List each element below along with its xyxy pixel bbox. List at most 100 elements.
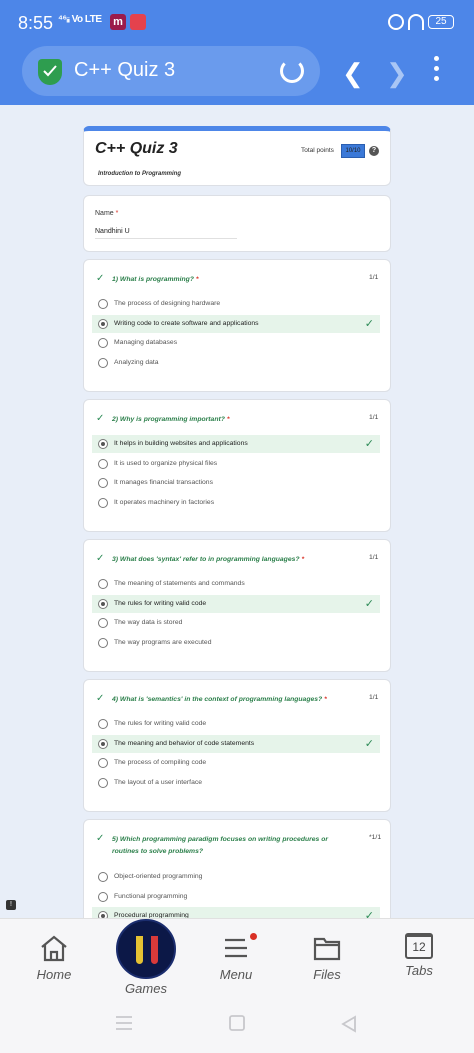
question-card: ✓ 2) Why is programming important? * 1/1 It…: [83, 399, 391, 532]
radio-button[interactable]: [98, 478, 108, 488]
nav-menu-label: Menu: [219, 967, 253, 982]
radio-button[interactable]: [98, 357, 108, 368]
option-label: The layout of a user interface: [114, 778, 203, 786]
correct-check-icon: ✓: [96, 693, 105, 704]
status-time: 8:55: [18, 13, 54, 33]
nav-games-label[interactable]: Games: [116, 981, 176, 996]
correct-answer-icon: ✓: [364, 438, 374, 450]
answer-option[interactable]: Object-oriented programming: [92, 868, 380, 886]
question-points: *1/1: [369, 834, 382, 841]
answer-option[interactable]: The process of compiling code: [92, 754, 380, 772]
notification-dot: [250, 933, 257, 940]
answer-option[interactable]: It is used to organize physical files: [92, 455, 380, 473]
total-points-label: Total points: [301, 147, 334, 154]
question-points: 1/1: [369, 694, 379, 701]
question-card: ✓ 1) What is programming? * 1/1 The process…: [83, 259, 391, 392]
answer-option[interactable]: The way data is stored: [92, 614, 380, 632]
name-label: Name *: [95, 210, 119, 217]
radio-button[interactable]: [98, 911, 108, 918]
correct-answer-icon: ✓: [364, 317, 374, 330]
system-home-icon[interactable]: [228, 1015, 246, 1038]
radio-button[interactable]: [98, 891, 108, 902]
answer-option[interactable]: The rules for writing valid code: [92, 715, 380, 733]
question-text: 2) Why is programming important? *: [112, 416, 230, 423]
answer-option[interactable]: It operates machinery in factories: [92, 494, 380, 512]
form-subtitle: Introduction to Programming: [98, 171, 181, 177]
answer-option[interactable]: It helps in building websites and applic…: [92, 435, 380, 453]
radio-button[interactable]: [98, 338, 108, 348]
nav-files[interactable]: Files: [292, 933, 362, 982]
option-label: The process of designing hardware: [114, 300, 221, 307]
system-back-icon[interactable]: [340, 1015, 358, 1038]
correct-check-icon: ✓: [96, 833, 105, 844]
radio-button[interactable]: [98, 872, 108, 882]
answer-option[interactable]: Writing code to create software and appl…: [92, 314, 380, 333]
reload-icon[interactable]: [280, 59, 304, 83]
headset-icon: [408, 14, 424, 30]
question-card: ✓ 5) Which programming paradigm focuses o…: [83, 819, 391, 918]
status-bar: 8:55 ⁴⁶ᵢᵢᵢ Vo LTE m 25: [0, 0, 474, 44]
nav-tabs-label: Tabs: [405, 963, 433, 978]
more-menu-icon[interactable]: [430, 56, 442, 84]
option-label: Writing code to create software and appl…: [114, 319, 259, 327]
option-label: It helps in building websites and applic…: [114, 440, 248, 447]
report-icon[interactable]: !: [6, 900, 16, 910]
answer-option[interactable]: Functional programming: [92, 888, 380, 906]
answer-option[interactable]: The meaning and behavior of code stateme…: [92, 734, 380, 753]
radio-button[interactable]: [98, 598, 108, 609]
score-badge: 10/10: [341, 144, 365, 158]
question-text: 5) Which programming paradigm focuses on…: [112, 836, 329, 855]
answer-option[interactable]: Analyzing data: [92, 354, 380, 372]
nav-menu[interactable]: Menu: [201, 933, 271, 982]
option-label: It operates machinery in factories: [114, 498, 215, 506]
answer-option[interactable]: The way programs are executed: [92, 634, 380, 652]
radio-button[interactable]: [98, 299, 108, 309]
secure-shield-icon: [38, 59, 62, 85]
option-label: The meaning and behavior of code stateme…: [114, 739, 255, 747]
address-bar[interactable]: C++ Quiz 3: [22, 46, 320, 96]
correct-answer-icon: ✓: [364, 737, 374, 750]
radio-button[interactable]: [98, 618, 108, 628]
answer-option[interactable]: The layout of a user interface: [92, 774, 380, 792]
radio-button[interactable]: [98, 497, 108, 508]
help-icon[interactable]: ?: [369, 146, 379, 156]
name-field[interactable]: Nandhini U: [95, 228, 237, 239]
battery-indicator: 25: [428, 15, 454, 29]
answer-option[interactable]: Procedural programming ✓: [92, 907, 380, 918]
system-recents-icon[interactable]: [114, 1015, 134, 1036]
notification-app2-icon: [130, 14, 146, 30]
back-icon[interactable]: ❮: [342, 58, 364, 89]
radio-button[interactable]: [98, 719, 108, 729]
answer-option[interactable]: The rules for writing valid code ✓: [92, 594, 380, 613]
radio-button[interactable]: [98, 439, 108, 449]
nav-home[interactable]: Home: [19, 933, 89, 982]
nav-tabs[interactable]: 12 Tabs: [384, 933, 454, 978]
answer-option[interactable]: Managing databases: [92, 334, 380, 352]
option-label: Managing databases: [114, 339, 178, 346]
radio-button[interactable]: [98, 579, 108, 589]
option-label: The way data is stored: [114, 619, 183, 626]
answer-option[interactable]: It manages financial transactions: [92, 474, 380, 492]
question-points: 1/1: [369, 554, 379, 561]
top-bar: 8:55 ⁴⁶ᵢᵢᵢ Vo LTE m 25 C++ Quiz 3 ❮ ❯: [0, 0, 474, 105]
correct-answer-icon: ✓: [364, 910, 374, 918]
answer-option[interactable]: The meaning of statements and commands: [92, 575, 380, 593]
question-text: 1) What is programming? *: [112, 276, 199, 283]
page-title: C++ Quiz 3: [74, 59, 176, 81]
radio-button[interactable]: [98, 758, 108, 768]
option-label: Analyzing data: [114, 358, 159, 366]
games-icon[interactable]: [116, 919, 176, 979]
radio-button[interactable]: [98, 458, 108, 469]
correct-check-icon: ✓: [96, 273, 105, 284]
radio-button[interactable]: [98, 777, 108, 788]
correct-check-icon: ✓: [96, 553, 105, 564]
form-title: C++ Quiz 3: [95, 140, 178, 157]
radio-button[interactable]: [98, 318, 108, 329]
nav-files-label: Files: [313, 967, 341, 982]
tabs-icon: 12: [405, 933, 433, 959]
radio-button[interactable]: [98, 738, 108, 749]
answer-option[interactable]: The process of designing hardware: [92, 295, 380, 313]
option-label: The way programs are executed: [114, 638, 212, 646]
forward-icon[interactable]: ❯: [386, 58, 408, 89]
radio-button[interactable]: [98, 637, 108, 648]
